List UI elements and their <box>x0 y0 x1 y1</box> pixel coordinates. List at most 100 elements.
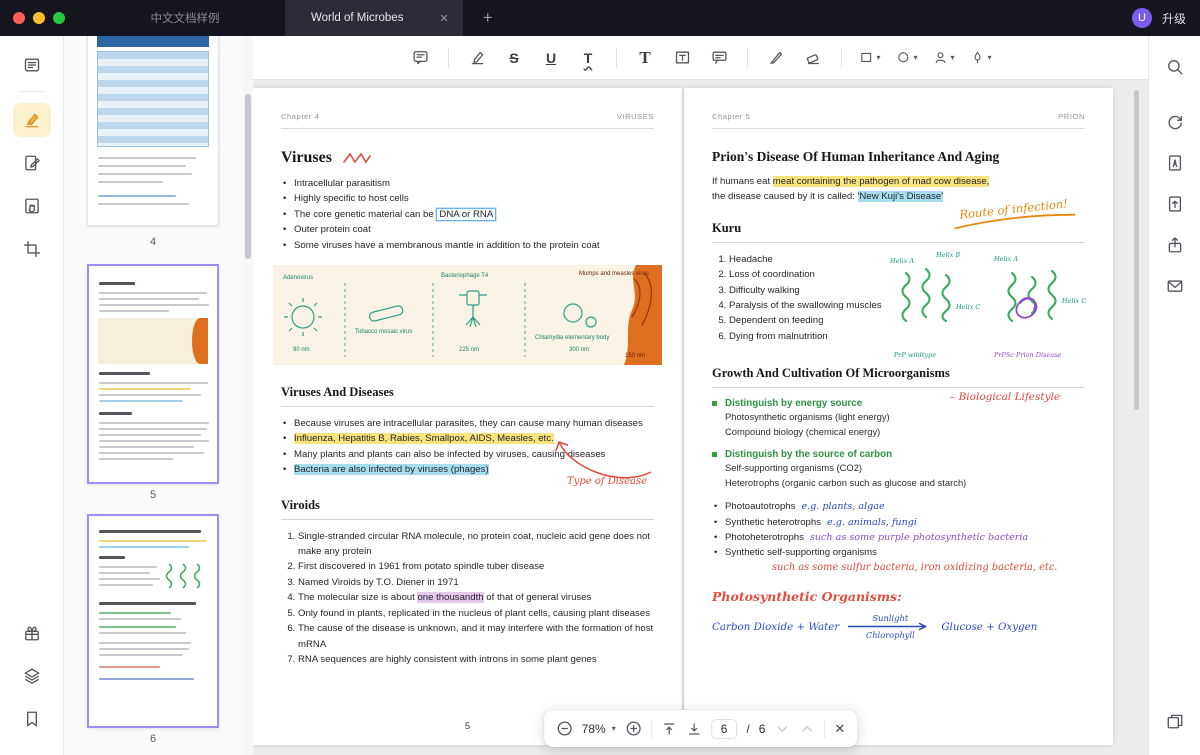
textbox-tool[interactable] <box>667 43 697 73</box>
page-number-input[interactable]: 6 <box>711 719 738 739</box>
sub-item: Self-supporting organisms (CO2) <box>725 460 1085 475</box>
search-button[interactable] <box>1156 50 1194 84</box>
purple-highlight[interactable]: one thousandth <box>417 592 483 603</box>
thumbnail-preview <box>97 36 209 47</box>
scrollbar-thumb[interactable] <box>245 94 251 259</box>
new-tab-button[interactable]: + <box>483 8 493 28</box>
running-head: PRION <box>1058 112 1085 121</box>
pen-tool[interactable] <box>761 43 791 73</box>
convert-button[interactable] <box>1156 105 1194 139</box>
helix-drawing <box>890 251 1096 363</box>
underline-tool[interactable]: U <box>536 43 566 73</box>
list-item: Intracellular parasitism <box>281 176 654 191</box>
chevron-down-icon: ▾ <box>913 53 917 62</box>
blue-highlight[interactable]: Bacteria are also infected by viruses (p… <box>294 464 489 475</box>
share-button[interactable] <box>1156 228 1194 262</box>
zoom-level-dropdown[interactable]: 78%▾ <box>582 722 616 736</box>
scroll-to-top-button[interactable] <box>661 721 677 737</box>
zoom-out-button[interactable] <box>556 720 573 737</box>
handwritten-note: e.g. animals, fungi <box>827 515 917 530</box>
thumbnail-preview <box>97 51 209 147</box>
thumbnail-page-5[interactable] <box>87 264 219 484</box>
thumbnail-scrollbar[interactable] <box>243 36 253 755</box>
blue-highlight[interactable]: 'New Kuji's Disease' <box>858 191 943 202</box>
signature-tool[interactable]: ▾ <box>966 43 996 73</box>
gift-button[interactable] <box>13 616 51 650</box>
previous-page-button[interactable] <box>799 721 815 737</box>
tab-close-icon[interactable]: ✕ <box>439 12 448 25</box>
yellow-highlight[interactable]: meat containing the pathogen of mad cow … <box>773 176 990 187</box>
figure-label: Adenovirus <box>283 275 313 281</box>
page-separator: / <box>746 722 749 736</box>
figure-label: Mumps and measles virus <box>579 271 649 277</box>
toolbar-divider <box>448 48 449 68</box>
highlight-tool[interactable] <box>13 103 51 137</box>
ellipse-tool[interactable]: ▾ <box>892 43 922 73</box>
thumbnail-page-4[interactable] <box>87 36 219 226</box>
tab-world-of-microbes[interactable]: World of Microbes ✕ <box>285 0 463 36</box>
zoom-out-icon <box>556 720 573 737</box>
eraser-tool[interactable] <box>798 43 828 73</box>
ink-pen-icon <box>970 50 985 65</box>
zoom-in-icon <box>625 720 642 737</box>
avatar[interactable]: U <box>1132 8 1152 28</box>
edit-tool[interactable] <box>13 146 51 180</box>
comment-tool[interactable] <box>405 43 435 73</box>
shapes-tool[interactable]: ▾ <box>855 43 885 73</box>
rail-divider <box>21 91 43 92</box>
layers-button[interactable] <box>13 659 51 693</box>
helix-label: Helix A <box>890 257 914 265</box>
export-button[interactable] <box>1156 187 1194 221</box>
red-arrow-annotation <box>543 432 693 498</box>
titlebar: 中文文档样例 World of Microbes ✕ + U 升级 <box>0 0 1200 36</box>
yellow-highlight[interactable]: Influenza, Hepatitis B, Rabies, Smallpox… <box>294 433 554 444</box>
bookmark-icon <box>23 710 41 728</box>
next-page-button[interactable] <box>774 721 790 737</box>
thumbnail-page-number: 6 <box>87 733 219 745</box>
thumbnail-preview <box>163 560 207 594</box>
pdfa-icon <box>1166 154 1184 172</box>
callout-tool[interactable] <box>704 43 734 73</box>
zoom-in-button[interactable] <box>625 720 642 737</box>
thumbnail-page-6[interactable] <box>87 514 219 728</box>
document-canvas: Chapter 4 VIRUSES Viruses Intracellular … <box>253 80 1148 755</box>
bookmark-button[interactable] <box>13 702 51 736</box>
text-selection-box[interactable]: DNA or RNA <box>436 208 496 221</box>
pdf-page-6: Chapter 5 PRION Prion's Disease Of Human… <box>684 88 1113 745</box>
fill-sign-tool[interactable] <box>13 189 51 223</box>
upgrade-button[interactable]: 升级 <box>1162 10 1186 27</box>
hand-page-icon <box>23 197 41 215</box>
collections-button[interactable] <box>1156 704 1194 738</box>
app-window: 中文文档样例 World of Microbes ✕ + U 升级 <box>0 0 1200 755</box>
mail-button[interactable] <box>1156 269 1194 303</box>
biological-lifestyle-annotation[interactable]: – Biological Lifestyle <box>950 391 1060 403</box>
prion-helix-figure[interactable]: Helix A Helix B Helix C Helix A Helix C … <box>890 251 1096 363</box>
equation-lhs: Carbon Dioxide + Water <box>712 621 839 633</box>
organize-pages-tool[interactable] <box>13 232 51 266</box>
red-squiggle-annotation[interactable] <box>342 150 372 166</box>
highlight-text-tool[interactable] <box>462 43 492 73</box>
close-window-button[interactable] <box>13 12 25 24</box>
stamp-tool[interactable]: ▾ <box>929 43 959 73</box>
zoom-level: 78% <box>582 722 606 736</box>
toolbar-divider <box>841 48 842 68</box>
fullscreen-window-button[interactable] <box>53 12 65 24</box>
equation-arrow: Sunlight Chlorophyll <box>847 614 933 640</box>
section-heading: Viroids <box>281 498 654 520</box>
scroll-to-bottom-button[interactable] <box>686 721 702 737</box>
section-title: Prion's Disease Of Human Inheritance And… <box>712 149 999 165</box>
close-toolbar-button[interactable]: ✕ <box>834 721 845 737</box>
thumbnail-page-number: 4 <box>87 236 219 248</box>
squiggly-underline-tool[interactable]: T <box>573 43 603 73</box>
text-tool[interactable]: T <box>630 43 660 73</box>
tab-chinese-sample[interactable]: 中文文档样例 <box>101 10 269 26</box>
strikethrough-tool[interactable]: S <box>499 43 529 73</box>
document-scrollbar[interactable] <box>1134 90 1139 410</box>
reader-tool[interactable] <box>13 48 51 82</box>
type-of-disease-annotation[interactable]: Type of Disease <box>543 432 693 498</box>
tab-label: World of Microbes <box>311 12 403 24</box>
minimize-window-button[interactable] <box>33 12 45 24</box>
pdfa-button[interactable] <box>1156 146 1194 180</box>
sub-item: Compound biology (chemical energy) <box>725 424 1085 439</box>
helix-caption: PrP wildtype <box>894 351 936 359</box>
